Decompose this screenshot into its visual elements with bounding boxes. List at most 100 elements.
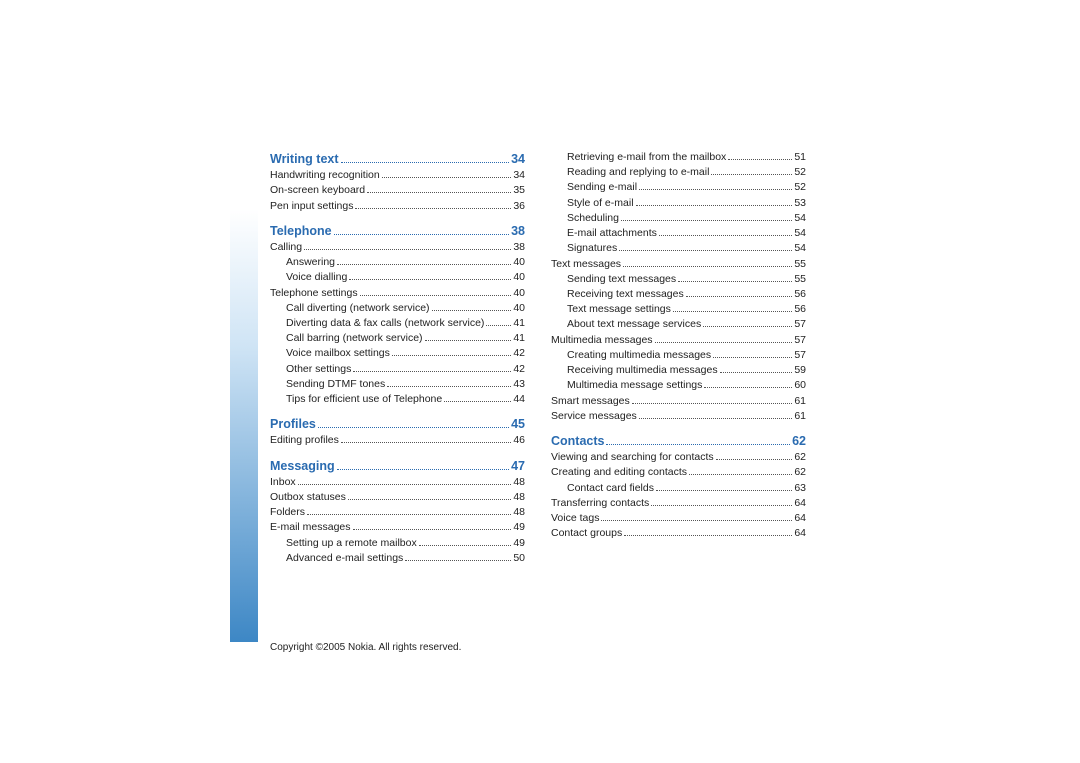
toc-entry[interactable]: Handwriting recognition34	[270, 168, 525, 183]
toc-entry[interactable]: Voice tags64	[551, 511, 806, 526]
toc-column-1: Writing text34Handwriting recognition34O…	[270, 150, 525, 566]
toc-entry-page: 52	[794, 180, 806, 195]
toc-entry-page: 57	[794, 317, 806, 332]
toc-entry[interactable]: Contacts62	[551, 432, 806, 450]
toc-entry[interactable]: Calling38	[270, 240, 525, 255]
toc-entry[interactable]: Text messages55	[551, 257, 806, 272]
toc-leader-dots	[720, 364, 793, 373]
toc-entry-label: Telephone settings	[270, 286, 358, 301]
toc-entry-label: Creating multimedia messages	[567, 348, 711, 363]
toc-leader-dots	[606, 434, 790, 445]
toc-entry-label: Multimedia messages	[551, 333, 653, 348]
toc-entry[interactable]: Sending DTMF tones43	[270, 377, 525, 392]
toc-leader-dots	[621, 211, 792, 220]
toc-entry[interactable]: On-screen keyboard35	[270, 183, 525, 198]
toc-entry-label: Advanced e-mail settings	[286, 551, 403, 566]
toc-entry[interactable]: Pen input settings 36	[270, 199, 525, 214]
toc-entry-page: 40	[513, 270, 525, 285]
toc-entry[interactable]: Smart messages61	[551, 394, 806, 409]
toc-columns: Writing text34Handwriting recognition34O…	[270, 150, 820, 566]
toc-entry[interactable]: Signatures54	[551, 241, 806, 256]
toc-leader-dots	[304, 241, 511, 250]
toc-entry[interactable]: E-mail messages49	[270, 520, 525, 535]
toc-entry-label: Pen input settings	[270, 199, 353, 214]
toc-entry[interactable]: Setting up a remote mailbox49	[270, 536, 525, 551]
toc-entry[interactable]: Retrieving e-mail from the mailbox51	[551, 150, 806, 165]
toc-leader-dots	[432, 301, 512, 310]
toc-leader-dots	[419, 536, 512, 545]
toc-entry[interactable]: Call barring (network service)41	[270, 331, 525, 346]
toc-entry[interactable]: About text message services 57	[551, 317, 806, 332]
toc-leader-dots	[425, 332, 512, 341]
toc-entry[interactable]: Advanced e-mail settings50	[270, 551, 525, 566]
toc-entry[interactable]: Voice dialling40	[270, 270, 525, 285]
toc-entry-page: 61	[794, 409, 806, 424]
toc-entry[interactable]: Outbox statuses48	[270, 490, 525, 505]
toc-entry[interactable]: Style of e-mail53	[551, 196, 806, 211]
toc-leader-dots	[624, 527, 792, 536]
toc-entry[interactable]: Text message settings56	[551, 302, 806, 317]
toc-entry[interactable]: Inbox48	[270, 475, 525, 490]
toc-entry-label: Receiving text messages	[567, 287, 684, 302]
toc-leader-dots	[639, 409, 793, 418]
toc-leader-dots	[337, 256, 511, 265]
toc-leader-dots	[636, 196, 793, 205]
toc-entry[interactable]: Multimedia messages57	[551, 333, 806, 348]
toc-entry[interactable]: Creating and editing contacts62	[551, 465, 806, 480]
toc-leader-dots	[673, 303, 792, 312]
toc-leader-dots	[334, 224, 510, 235]
toc-entry-label: Multimedia message settings	[567, 378, 702, 393]
toc-entry[interactable]: Telephone38	[270, 222, 525, 240]
toc-leader-dots	[367, 184, 511, 193]
toc-entry[interactable]: Service messages61	[551, 409, 806, 424]
toc-entry-label: Scheduling	[567, 211, 619, 226]
toc-entry-page: 40	[513, 255, 525, 270]
toc-entry[interactable]: Telephone settings40	[270, 286, 525, 301]
toc-entry[interactable]: Folders48	[270, 505, 525, 520]
toc-entry[interactable]: Scheduling54	[551, 211, 806, 226]
toc-entry[interactable]: Sending text messages55	[551, 272, 806, 287]
toc-entry[interactable]: Call diverting (network service)40	[270, 301, 525, 316]
toc-entry-page: 44	[513, 392, 525, 407]
toc-entry-label: Answering	[286, 255, 335, 270]
toc-column-2: Retrieving e-mail from the mailbox51Read…	[551, 150, 806, 566]
toc-leader-dots	[318, 417, 509, 428]
toc-entry-page: 36	[513, 199, 525, 214]
toc-entry[interactable]: Other settings42	[270, 362, 525, 377]
toc-leader-dots	[341, 434, 511, 443]
toc-leader-dots	[486, 317, 511, 326]
toc-entry[interactable]: Tips for efficient use of Telephone44	[270, 392, 525, 407]
toc-entry[interactable]: Contact groups64	[551, 526, 806, 541]
toc-leader-dots	[348, 491, 511, 500]
toc-entry-label: Text message settings	[567, 302, 671, 317]
toc-leader-dots	[632, 394, 793, 403]
toc-entry[interactable]: Reading and replying to e-mail52	[551, 165, 806, 180]
toc-entry[interactable]: Answering 40	[270, 255, 525, 270]
toc-entry[interactable]: Viewing and searching for contacts62	[551, 450, 806, 465]
toc-entry[interactable]: Multimedia message settings60	[551, 378, 806, 393]
toc-entry-page: 46	[513, 433, 525, 448]
toc-entry[interactable]: Creating multimedia messages57	[551, 348, 806, 363]
toc-entry[interactable]: Voice mailbox settings42	[270, 346, 525, 361]
toc-entry-page: 48	[513, 490, 525, 505]
toc-entry-label: Call diverting (network service)	[286, 301, 430, 316]
toc-entry[interactable]: E-mail attachments54	[551, 226, 806, 241]
toc-entry-page: 42	[513, 362, 525, 377]
toc-entry[interactable]: Profiles45	[270, 415, 525, 433]
toc-entry[interactable]: Diverting data & fax calls (network serv…	[270, 316, 525, 331]
toc-entry-label: About text message services	[567, 317, 701, 332]
toc-entry[interactable]: Receiving multimedia messages59	[551, 363, 806, 378]
toc-entry[interactable]: Transferring contacts64	[551, 496, 806, 511]
toc-entry[interactable]: Writing text34	[270, 150, 525, 168]
toc-entry-page: 55	[794, 272, 806, 287]
toc-entry-label: Signatures	[567, 241, 617, 256]
toc-entry[interactable]: Sending e-mail52	[551, 180, 806, 195]
toc-entry-label: Contacts	[551, 432, 604, 450]
toc-entry[interactable]: Contact card fields63	[551, 481, 806, 496]
toc-entry-label: Transferring contacts	[551, 496, 649, 511]
toc-entry[interactable]: Editing profiles46	[270, 433, 525, 448]
toc-entry[interactable]: Receiving text messages56	[551, 287, 806, 302]
toc-leader-dots	[678, 272, 792, 281]
toc-entry-label: Messaging	[270, 457, 335, 475]
toc-entry[interactable]: Messaging47	[270, 457, 525, 475]
